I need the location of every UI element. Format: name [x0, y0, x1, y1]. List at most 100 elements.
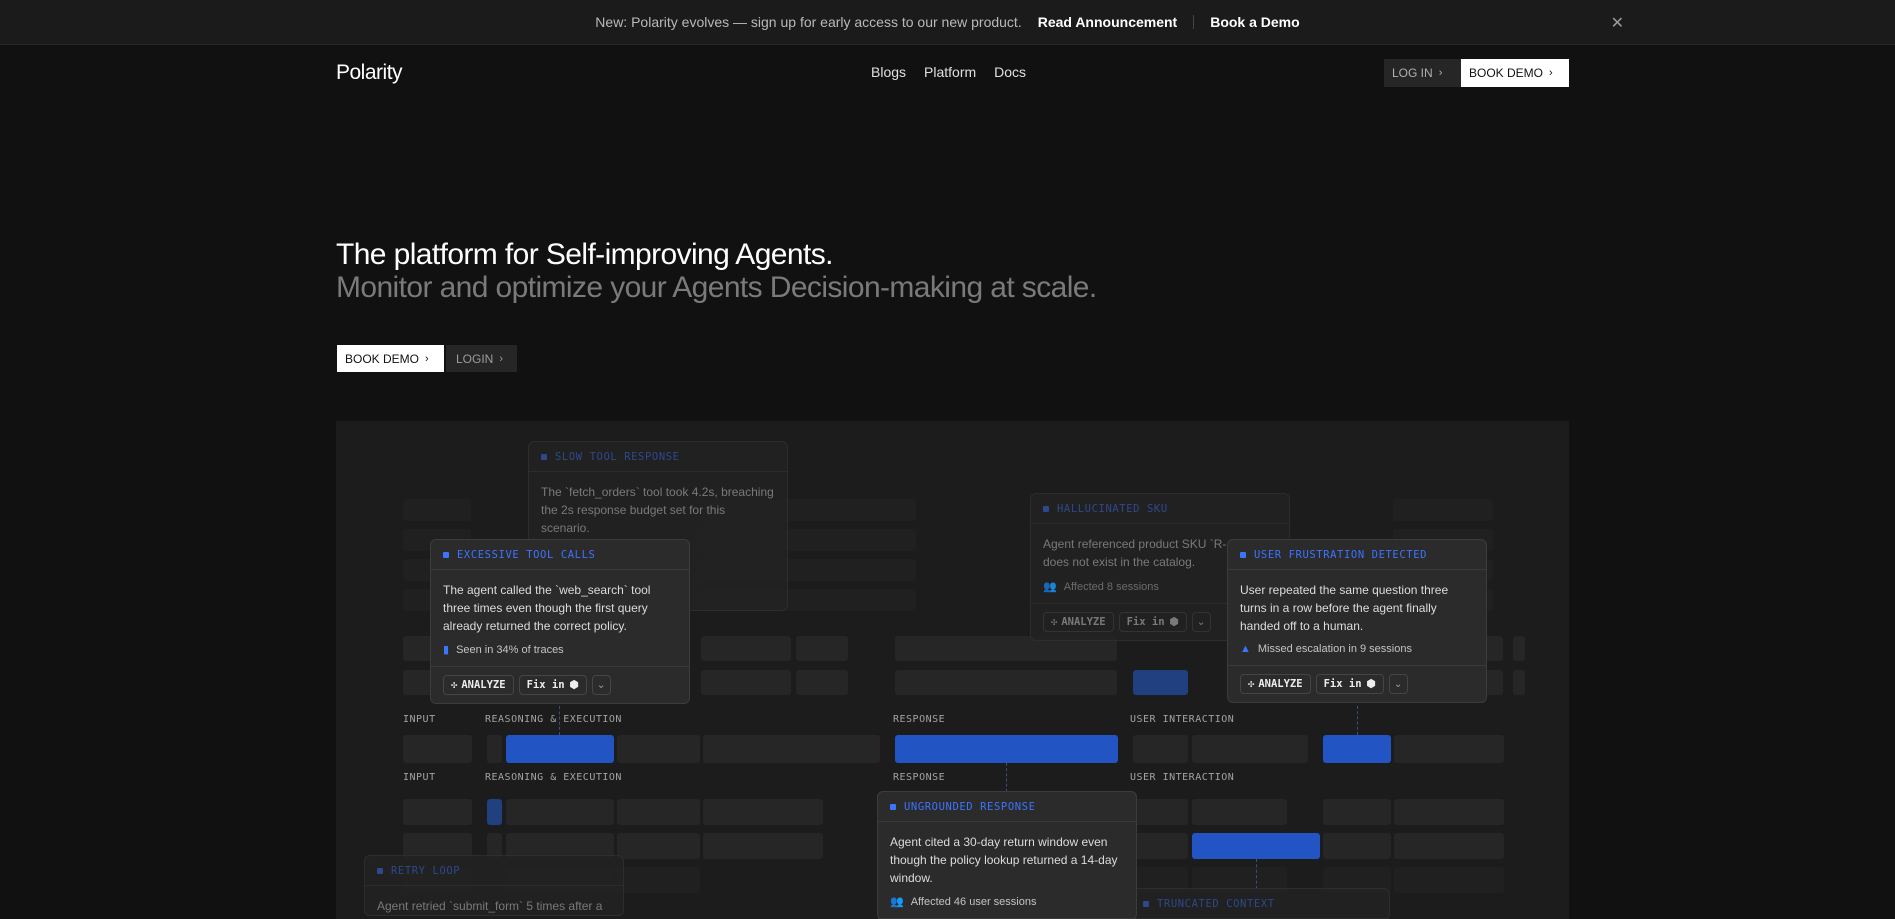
trace-visualization-panel: INPUT REASONING & EXECUTION RESPONSE USE…	[336, 421, 1569, 919]
lane-label-input: INPUT	[403, 772, 436, 783]
cube-icon: ⬢	[1169, 616, 1179, 628]
fix-in-dropdown[interactable]: ⌄	[1191, 612, 1211, 632]
analyze-icon: ✣	[451, 679, 458, 691]
trace-cell	[617, 735, 700, 763]
status-dot-icon	[377, 867, 383, 874]
fix-in-label: Fix in	[1126, 616, 1165, 628]
analyze-button[interactable]: ✣ ANALYZE	[443, 675, 514, 695]
trace-cell	[506, 799, 614, 825]
hero-login-button[interactable]: LOGIN ›	[446, 345, 517, 372]
card-actions: ✣ ANALYZE Fix in ⬢ ⌄	[431, 667, 689, 703]
trace-cell	[1394, 735, 1504, 763]
trace-cell-highlighted	[506, 735, 614, 763]
trace-cell	[487, 735, 502, 763]
chevron-down-icon: ⌄	[1196, 616, 1206, 628]
trace-cell	[1513, 670, 1525, 695]
issue-card-user-frustration[interactable]: USER FRUSTRATION DETECTED User repeated …	[1227, 539, 1487, 703]
trace-cell	[1246, 735, 1308, 763]
trace-cell	[1133, 833, 1188, 859]
lane-label-response: RESPONSE	[893, 772, 946, 783]
book-a-demo-link[interactable]: Book a Demo	[1210, 14, 1299, 30]
nav-blogs[interactable]: Blogs	[871, 64, 906, 80]
trace-cell	[403, 735, 472, 763]
trace-cell	[826, 735, 880, 763]
fix-in-label: Fix in	[1323, 678, 1362, 690]
card-header: USER FRUSTRATION DETECTED	[1228, 540, 1486, 570]
trace-cell	[1323, 833, 1391, 859]
users-icon: 👥	[890, 896, 904, 908]
trace-cell-highlighted	[895, 735, 1118, 763]
trace-cell	[701, 670, 791, 695]
card-meta-text: Affected 8 sessions	[1063, 580, 1159, 593]
announcement-message: New: Polarity evolves — sign up for earl…	[595, 14, 1022, 30]
card-description: User repeated the same question three tu…	[1240, 583, 1449, 633]
trace-cell	[617, 799, 700, 825]
fix-in-dropdown[interactable]: ⌄	[1388, 674, 1408, 694]
analyze-label: ANALYZE	[1258, 678, 1303, 690]
issue-card-excessive-tool-calls[interactable]: EXCESSIVE TOOL CALLS The agent called th…	[430, 539, 690, 704]
trace-cell	[1513, 636, 1525, 661]
trace-cell	[403, 799, 472, 825]
trace-cell-highlighted	[1133, 670, 1188, 695]
card-header: TRUNCATED CONTEXT	[1131, 889, 1389, 919]
card-meta: ▲ Missed escalation in 9 sessions	[1228, 635, 1486, 666]
chevron-right-icon: ›	[499, 352, 504, 365]
login-button[interactable]: LOG IN ›	[1384, 59, 1461, 87]
announcement-bar: New: Polarity evolves — sign up for earl…	[0, 0, 1895, 45]
card-title: SLOW TOOL RESPONSE	[555, 450, 680, 463]
trace-cell	[826, 559, 916, 581]
hero-book-demo-label: BOOK DEMO	[345, 351, 420, 366]
card-header: SLOW TOOL RESPONSE	[529, 442, 787, 472]
hero-book-demo-button[interactable]: BOOK DEMO ›	[337, 345, 444, 372]
bar-chart-icon: ▮	[443, 644, 450, 656]
trace-cell-highlighted	[487, 799, 502, 825]
read-announcement-link[interactable]: Read Announcement	[1038, 14, 1178, 30]
card-title: RETRY LOOP	[391, 864, 461, 877]
card-meta-text: Seen in 34% of traces	[456, 643, 564, 656]
card-title: USER FRUSTRATION DETECTED	[1254, 548, 1428, 561]
trace-cell	[826, 589, 916, 611]
issue-card-ungrounded-response[interactable]: UNGROUNDED RESPONSE Agent cited a 30-day…	[877, 791, 1137, 919]
fix-in-button[interactable]: Fix in ⬢	[1315, 674, 1384, 694]
chevron-down-icon: ⌄	[596, 679, 606, 691]
card-title: HALLUCINATED SKU	[1057, 502, 1168, 515]
fix-in-button[interactable]: Fix in ⬢	[518, 675, 587, 695]
card-description: Agent retried `submit_form` 5 times afte…	[377, 899, 603, 913]
book-demo-button[interactable]: BOOK DEMO ›	[1461, 59, 1569, 87]
card-title: UNGROUNDED RESPONSE	[904, 800, 1036, 813]
nav-platform[interactable]: Platform	[924, 64, 976, 80]
trace-cell	[1323, 799, 1391, 825]
issue-card-truncated-context[interactable]: TRUNCATED CONTEXT	[1130, 888, 1390, 919]
trace-cell	[1133, 799, 1188, 825]
logo[interactable]: Polarity	[336, 61, 403, 85]
issue-card-retry-loop[interactable]: RETRY LOOP Agent retried `submit_form` 5…	[364, 855, 624, 916]
fix-in-dropdown[interactable]: ⌄	[591, 675, 611, 695]
users-icon: 👥	[1043, 581, 1057, 593]
trace-cell	[1394, 867, 1504, 893]
connector-line	[1357, 706, 1358, 735]
status-dot-icon	[890, 803, 896, 810]
hero-subtitle: Monitor and optimize your Agents Decisio…	[336, 271, 1097, 304]
chevron-right-icon: ›	[1438, 67, 1443, 79]
trace-cell	[826, 529, 916, 551]
connector-line	[559, 701, 560, 735]
connector-line	[1256, 859, 1257, 889]
analyze-button[interactable]: ✣ ANALYZE	[1240, 674, 1311, 694]
analyze-button[interactable]: ✣ ANALYZE	[1043, 612, 1114, 632]
chevron-right-icon: ›	[425, 352, 429, 365]
trace-cell	[796, 670, 848, 695]
lane-label-response: RESPONSE	[893, 714, 946, 725]
fix-in-button[interactable]: Fix in ⬢	[1118, 612, 1187, 632]
analyze-icon: ✣	[1248, 678, 1255, 690]
nav-docs[interactable]: Docs	[994, 64, 1026, 80]
trace-cell-highlighted	[1192, 833, 1320, 859]
fix-in-label: Fix in	[526, 679, 565, 691]
status-dot-icon	[1143, 900, 1149, 907]
close-icon[interactable]: ✕	[1611, 13, 1624, 33]
trace-cell	[703, 799, 823, 825]
login-label: LOG IN	[1392, 66, 1433, 80]
card-title: TRUNCATED CONTEXT	[1157, 897, 1275, 910]
trace-cell	[1192, 799, 1287, 825]
card-description: Agent cited a 30-day return window even …	[890, 835, 1118, 885]
trace-cell	[796, 636, 848, 661]
